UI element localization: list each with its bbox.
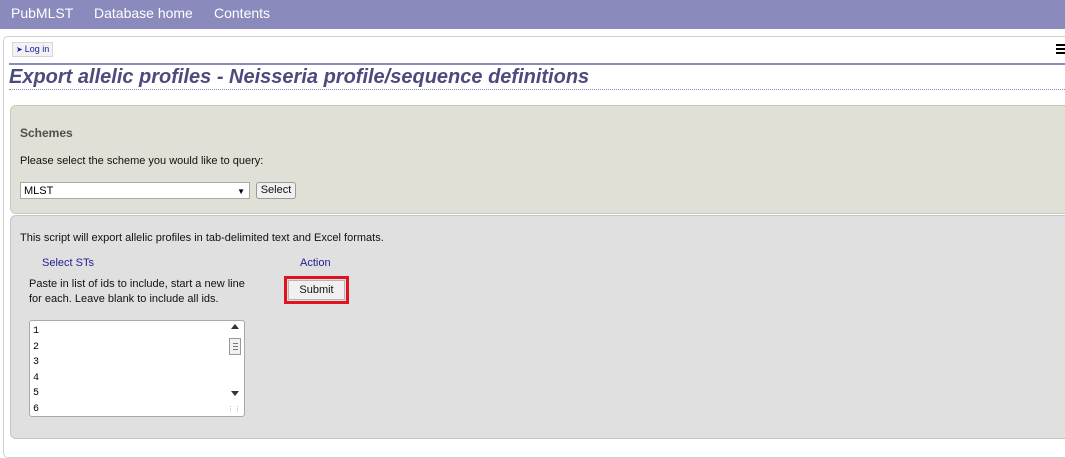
ids-list: 1 2 3 4 5 6 (33, 324, 40, 416)
scroll-down-icon[interactable] (231, 391, 239, 396)
id-line: 5 (33, 388, 40, 399)
login-icon: ➤ (16, 45, 23, 54)
intro-text: This script will export allelic profiles… (20, 232, 384, 244)
menu-icon[interactable] (1056, 44, 1065, 54)
login-button[interactable]: ➤ Log in (12, 42, 54, 57)
nav-link-database-home[interactable]: Database home (94, 5, 193, 21)
nav-link-contents[interactable]: Contents (214, 5, 270, 21)
top-nav-bar: PubMLST Database home Contents (0, 0, 1065, 29)
schemes-heading: Schemes (20, 126, 73, 140)
id-line: 1 (33, 326, 40, 337)
id-line: 2 (33, 341, 40, 353)
page-title: Export allelic profiles - Neisseria prof… (9, 63, 1065, 90)
select-scheme-button[interactable]: Select (256, 182, 296, 199)
schemes-prompt: Please select the scheme you would like … (20, 155, 264, 167)
login-label: Log in (24, 44, 50, 54)
ids-help-text: Paste in list of ids to include, start a… (29, 278, 245, 305)
action-legend: Action (300, 257, 331, 269)
scheme-select[interactable]: MLST ▼ (20, 182, 250, 199)
scroll-up-icon[interactable] (231, 324, 239, 329)
nav-link-pubmlst[interactable]: PubMLST (11, 5, 73, 21)
select-sts-legend: Select STs (42, 257, 94, 269)
scheme-select-value: MLST (24, 185, 54, 197)
id-line: 3 (33, 357, 40, 368)
id-line: 6 (33, 403, 40, 415)
ids-textarea[interactable]: 1 2 3 4 5 6 ⋮⋮ (29, 320, 245, 417)
chevron-down-icon: ▼ (237, 187, 245, 196)
textarea-scrollbar[interactable] (229, 323, 242, 401)
id-line: 4 (33, 372, 40, 384)
submit-button[interactable]: Submit (288, 280, 345, 300)
resize-grip-icon[interactable]: ⋮⋮ (227, 406, 241, 413)
scroll-thumb[interactable] (229, 338, 241, 355)
